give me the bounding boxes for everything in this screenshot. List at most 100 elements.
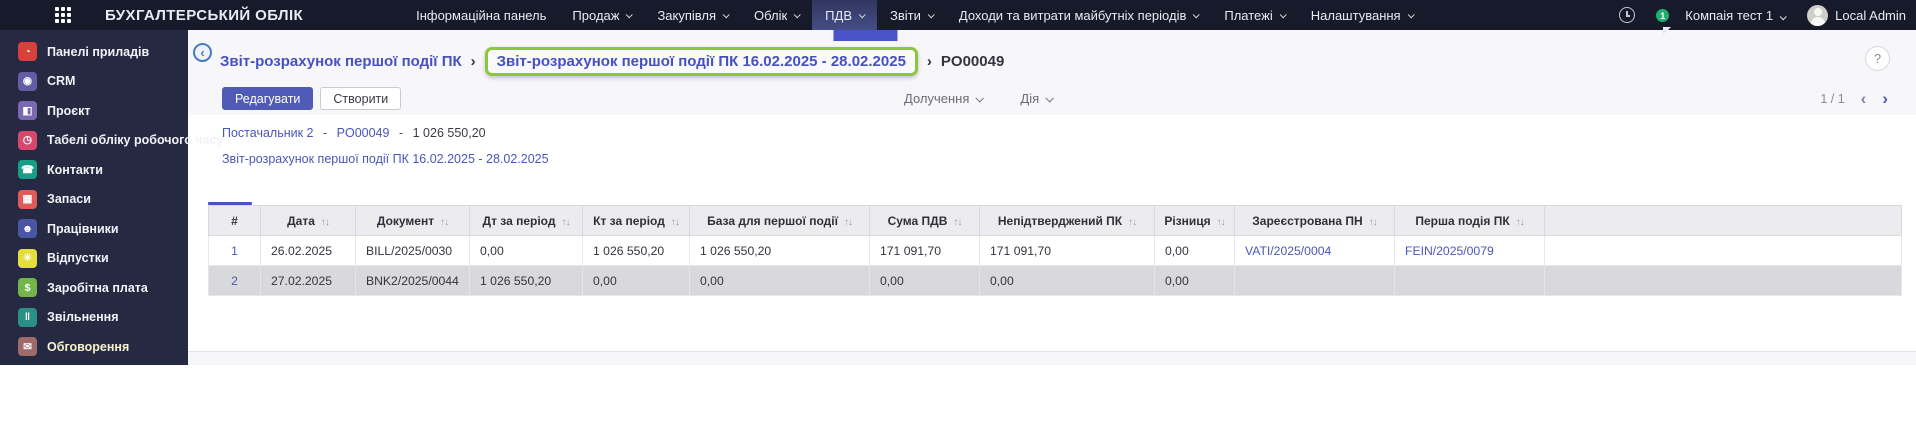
breadcrumb-list-link[interactable]: Звіт-розрахунок першої події ПК [220, 53, 462, 70]
inventory-box-icon: ▦ [18, 189, 37, 209]
menu-item-default[interactable]: Облік [741, 0, 812, 30]
apps-grid-icon[interactable] [55, 7, 71, 23]
cell-base_first_event[interactable]: 0,00 [689, 265, 870, 296]
cell-document[interactable]: BNK2/2025/0044 [355, 265, 470, 296]
cell-num[interactable]: 1 [208, 235, 261, 266]
column-header-registered_pn[interactable]: Зареєстрована ПН ↑↓ [1234, 205, 1395, 236]
sidebar-item[interactable]: ◧ Проєкт [0, 96, 188, 126]
company-switcher[interactable]: Компаія тест 1 [1685, 7, 1787, 23]
company-name: Компаія тест 1 [1685, 7, 1774, 23]
column-header-date[interactable]: Дата ↑↓ [260, 205, 356, 236]
app-title[interactable]: БУХГАЛТЕРСЬКИЙ ОБЛІК [105, 7, 303, 24]
cell-document[interactable]: BILL/2025/0030 [355, 235, 470, 266]
pager-next-icon[interactable]: › [1882, 90, 1888, 107]
sidebar-item[interactable]: ✉ Обговорення [0, 332, 188, 362]
attachment-dropdown[interactable]: Долучення [904, 91, 985, 106]
cell-unconfirmed_pk[interactable]: 0,00 [979, 265, 1155, 296]
sidebar-item[interactable]: $ Заробітна плата [0, 273, 188, 303]
record-title-line: Постачальник 2 - PO00049 - 1 026 550,20 [222, 126, 486, 140]
cell-difference[interactable]: 0,00 [1154, 235, 1235, 266]
record-separator: - [322, 126, 328, 140]
column-label: Різниця [1164, 213, 1211, 228]
speech-bubble-icon: ✉ [18, 337, 37, 357]
pager-previous-icon[interactable]: ‹ [1861, 90, 1867, 107]
column-label: Дата [287, 213, 315, 228]
sidebar-item[interactable]: ◔ Панелі приладів [0, 37, 188, 67]
sidebar-item-label: Заробітна плата [47, 280, 148, 295]
column-header-first_event_pk[interactable]: Перша подія ПК ↑↓ [1394, 205, 1545, 236]
column-header-dt_period[interactable]: Дт за період ↑↓ [469, 205, 583, 236]
cell-dt_period[interactable]: 0,00 [469, 235, 583, 266]
back-button[interactable]: ‹ [193, 43, 212, 62]
cell-registered_pn[interactable] [1234, 265, 1395, 296]
menu-item-default[interactable]: Доходи та витрати майбутніх періодів [946, 0, 1212, 30]
cell-kt_period[interactable]: 0,00 [582, 265, 690, 296]
cell-vat_amount[interactable]: 0,00 [869, 265, 980, 296]
chevron-down-icon [1045, 93, 1055, 103]
column-header-difference[interactable]: Різниця ↑↓ [1154, 205, 1235, 236]
column-header-base_first_event[interactable]: База для першої події ↑↓ [689, 205, 870, 236]
help-button[interactable]: ? [1865, 46, 1890, 71]
table-row[interactable]: 2 27.02.2025 BNK2/2025/0044 1 026 550,20 0,0… [208, 265, 1902, 296]
action-dropdown[interactable]: Дія [1020, 91, 1055, 106]
record-pager: 1 / 1 ‹ › [1820, 87, 1888, 110]
cell-date[interactable]: 27.02.2025 [260, 265, 356, 296]
cell-first_event_pk[interactable] [1394, 265, 1545, 296]
gauge-icon: ◔ [18, 42, 37, 62]
cell-num[interactable]: 2 [208, 265, 261, 296]
create-button[interactable]: Створити [320, 87, 402, 110]
column-header-unconfirmed_pk[interactable]: Непідтверджений ПК ↑↓ [979, 205, 1155, 236]
column-header-kt_period[interactable]: Кт за період ↑↓ [582, 205, 690, 236]
sort-icon: ↑↓ [1368, 216, 1378, 228]
menu-item-label: Інформаційна панель [416, 7, 547, 23]
sidebar-item[interactable]: ◷ Табелі обліку робочого часу [0, 126, 223, 156]
user-menu[interactable]: Local Admin [1835, 8, 1906, 23]
table-row[interactable]: 1 26.02.2025 BILL/2025/0030 0,00 1 026 550,2… [208, 235, 1902, 266]
unread-count-badge: 1 [1656, 9, 1670, 22]
chevron-down-icon [1407, 10, 1415, 18]
menu-item-default[interactable]: Налаштування [1298, 0, 1426, 30]
chevron-down-icon [1193, 10, 1201, 18]
cell-base_first_event[interactable]: 1 026 550,20 [689, 235, 870, 266]
menu-item-default[interactable]: Продаж [559, 0, 644, 30]
report-period-link[interactable]: Звіт-розрахунок першої події ПК 16.02.20… [222, 152, 549, 166]
table-header-row: # Дата ↑↓ Документ ↑↓ Дт за період ↑↓ Кт за пер… [208, 205, 1902, 236]
column-header-vat_amount[interactable]: Сума ПДВ ↑↓ [869, 205, 980, 236]
menu-item-active[interactable]: ПДВ [812, 0, 877, 30]
reference-link[interactable]: PO00049 [337, 126, 390, 140]
cell-first_event_pk[interactable]: FEIN/2025/0079 [1394, 235, 1545, 266]
user-avatar[interactable] [1807, 4, 1829, 26]
sidebar-item[interactable]: ☻ Працівники [0, 214, 188, 244]
column-header-num[interactable]: # [208, 205, 261, 236]
cell-date[interactable]: 26.02.2025 [260, 235, 356, 266]
column-header-document[interactable]: Документ ↑↓ [355, 205, 470, 236]
activities-clock-icon[interactable] [1619, 7, 1636, 23]
menu-item-default[interactable]: Закупівля [644, 0, 741, 30]
record-menus: Долучення Дія [904, 87, 1055, 110]
supplier-link[interactable]: Постачальник 2 [222, 126, 314, 140]
sort-icon: ↑↓ [1216, 216, 1226, 228]
sort-icon: ↑↓ [670, 216, 680, 228]
sidebar-item[interactable]: ◉ CRM [0, 67, 188, 97]
phone-contact-icon: ☎ [18, 160, 37, 180]
sort-icon: ↑↓ [1515, 216, 1525, 228]
menu-item-label: Облік [754, 7, 788, 23]
sidebar-item[interactable]: ☎ Контакти [0, 155, 188, 185]
cell-unconfirmed_pk[interactable]: 171 091,70 [979, 235, 1155, 266]
cell-registered_pn[interactable]: VATI/2025/0004 [1234, 235, 1395, 266]
cell-difference[interactable]: 0,00 [1154, 265, 1235, 296]
cell-vat_amount[interactable]: 171 091,70 [869, 235, 980, 266]
edit-button[interactable]: Редагувати [222, 87, 314, 110]
breadcrumb-report-link[interactable]: Звіт-розрахунок першої події ПК 16.02.20… [497, 53, 906, 70]
sidebar-item[interactable]: ‖ Звільнення [0, 303, 188, 333]
sidebar-item[interactable]: ▦ Запаси [0, 185, 188, 215]
menu-item-default[interactable]: Інформаційна панель [403, 0, 559, 30]
cell-dt_period[interactable]: 1 026 550,20 [469, 265, 583, 296]
chevron-down-icon [793, 10, 801, 18]
menu-item-default[interactable]: Звіти [877, 0, 946, 30]
sidebar-item[interactable]: ☀ Відпустки [0, 244, 188, 274]
menu-item-default[interactable]: Платежі [1211, 0, 1297, 30]
annotation-highlight-box: Звіт-розрахунок першої події ПК 16.02.20… [484, 46, 918, 76]
column-label: Непідтверджений ПК [997, 213, 1123, 228]
cell-kt_period[interactable]: 1 026 550,20 [582, 235, 690, 266]
